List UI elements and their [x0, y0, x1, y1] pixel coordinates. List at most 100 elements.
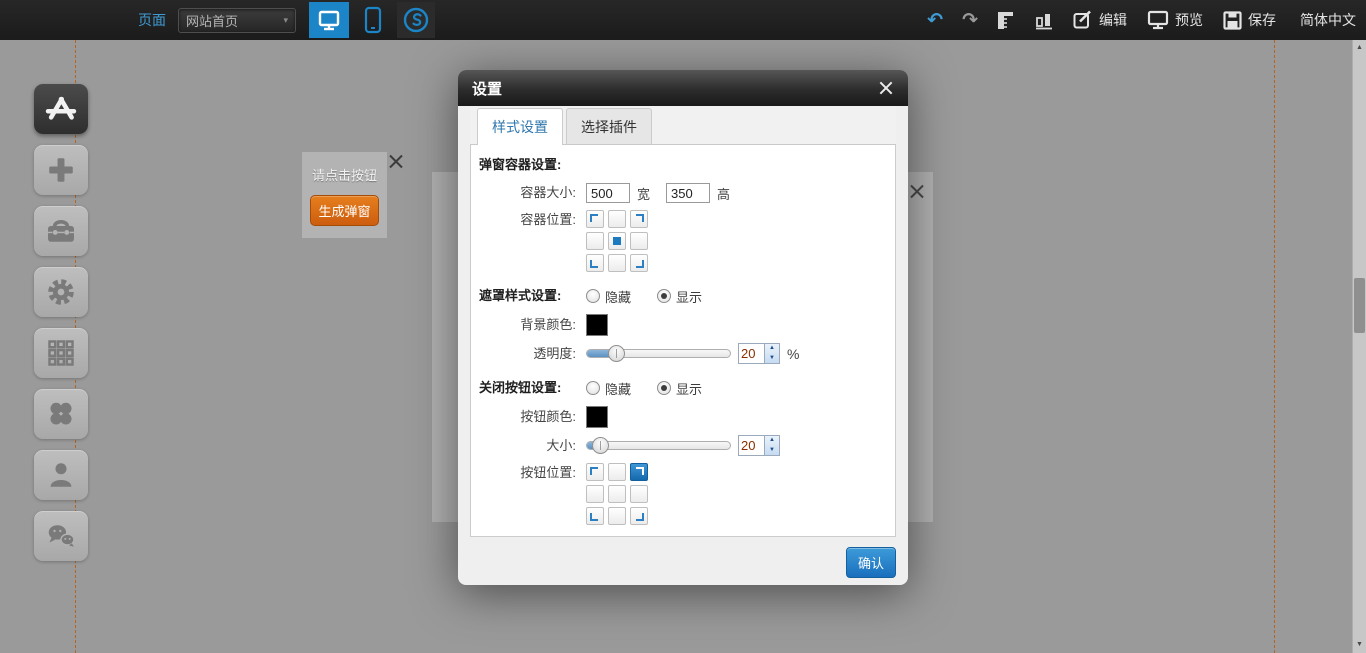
btnpos-cell-bottom-left[interactable]: [586, 507, 604, 525]
tab-style-settings[interactable]: 样式设置: [477, 108, 563, 145]
width-unit-label: 宽: [637, 184, 650, 203]
mask-show-label: 显示: [676, 287, 702, 306]
spinner-down-icon[interactable]: ▼: [765, 446, 779, 456]
position-cell-top-right[interactable]: [630, 210, 648, 228]
wechat-icon: [41, 518, 81, 554]
btnpos-cell-middle-right[interactable]: [630, 485, 648, 503]
widget-sidebar: [34, 84, 88, 561]
sidebar-item-plugins[interactable]: [34, 389, 88, 439]
button-size-slider[interactable]: [586, 441, 731, 450]
closebtn-show-radio[interactable]: [657, 381, 671, 395]
sidebar-item-add[interactable]: [34, 145, 88, 195]
top-toolbar: 页面 网站首页 ▾ ↶ ↷: [0, 0, 1366, 40]
undo-icon: ↶: [927, 11, 943, 30]
preview-button[interactable]: 预览: [1147, 10, 1203, 30]
sidebar-item-settings[interactable]: [34, 267, 88, 317]
ruler-button[interactable]: [997, 10, 1016, 30]
position-cell-middle-left[interactable]: [586, 232, 604, 250]
ruler-icon: [997, 10, 1016, 30]
redo-button[interactable]: ↷: [962, 11, 978, 30]
btnpos-cell-top-center[interactable]: [608, 463, 626, 481]
opacity-spinner[interactable]: ▲ ▼: [764, 344, 779, 363]
stats-button[interactable]: [1035, 10, 1053, 30]
bar-chart-icon: [1035, 10, 1053, 30]
sidebar-item-modules[interactable]: [34, 328, 88, 378]
tab-choose-plugin[interactable]: 选择插件: [566, 108, 652, 144]
gear-icon: [42, 273, 80, 311]
dialog-footer: 确认: [458, 539, 908, 585]
position-cell-bottom-right[interactable]: [630, 254, 648, 272]
mask-hide-label: 隐藏: [605, 287, 631, 306]
closebtn-hide-radio[interactable]: [586, 381, 600, 395]
spinner-down-icon[interactable]: ▼: [765, 354, 779, 364]
mask-hide-radio[interactable]: [586, 289, 600, 303]
spinner-up-icon[interactable]: ▲: [765, 344, 779, 354]
opacity-value-input[interactable]: [739, 344, 764, 363]
btnpos-cell-top-left[interactable]: [586, 463, 604, 481]
container-position-grid: [586, 210, 648, 272]
chevron-down-icon: ▾: [283, 15, 288, 26]
sidebar-item-member[interactable]: [34, 450, 88, 500]
position-cell-center-selected[interactable]: [608, 232, 626, 250]
btnpos-cell-middle-left[interactable]: [586, 485, 604, 503]
btnpos-cell-bottom-right[interactable]: [630, 507, 648, 525]
settings-dialog: 设置 样式设置 选择插件 弹窗容器设置: 容器大小: 宽 高 容器位置:: [458, 70, 908, 585]
page-scrollbar[interactable]: ▲ ▼: [1352, 40, 1366, 653]
closebtn-show-label: 显示: [676, 379, 702, 398]
spinner-up-icon[interactable]: ▲: [765, 436, 779, 446]
desktop-view-button[interactable]: [309, 2, 349, 38]
delete-widget-icon[interactable]: [389, 154, 403, 168]
position-cell-top-center[interactable]: [608, 210, 626, 228]
close-widget-icon[interactable]: [910, 184, 924, 198]
right-guide-line: [1274, 40, 1275, 653]
app-logo-icon: [41, 90, 81, 128]
page-select-dropdown[interactable]: 网站首页 ▾: [178, 8, 296, 33]
page-label: 页面: [138, 10, 166, 30]
redo-icon: ↷: [962, 11, 978, 30]
clover-icon: [43, 396, 79, 432]
sidebar-item-toolbox[interactable]: [34, 206, 88, 256]
position-cell-middle-right[interactable]: [630, 232, 648, 250]
dialog-close-icon[interactable]: [878, 80, 894, 96]
button-size-value-input[interactable]: [739, 436, 764, 455]
button-color-swatch[interactable]: [586, 406, 608, 428]
add-icon: [43, 152, 79, 188]
position-cell-top-left[interactable]: [586, 210, 604, 228]
dialog-title: 设置: [472, 78, 878, 99]
center-dot-icon: [613, 237, 621, 245]
link-mode-button[interactable]: [397, 2, 435, 38]
language-switcher[interactable]: 简体中文: [1300, 10, 1356, 30]
mask-show-radio[interactable]: [657, 289, 671, 303]
position-cell-bottom-center[interactable]: [608, 254, 626, 272]
popup-trigger-widget[interactable]: 请点击按钮 生成弹窗: [302, 152, 387, 238]
container-width-input[interactable]: [586, 183, 630, 203]
close-section-title: 关闭按钮设置:: [479, 378, 576, 398]
opacity-slider[interactable]: [586, 349, 731, 358]
dialog-header[interactable]: 设置: [458, 70, 908, 106]
edit-button[interactable]: 编辑: [1073, 10, 1127, 30]
corner-bottom-left-icon: [590, 513, 598, 521]
scroll-down-icon[interactable]: ▼: [1353, 638, 1366, 652]
opacity-slider-handle[interactable]: [608, 345, 625, 362]
scrollbar-thumb[interactable]: [1354, 278, 1365, 333]
save-button[interactable]: 保存: [1223, 10, 1276, 30]
button-size-number-box: ▲ ▼: [738, 435, 780, 456]
bg-color-swatch[interactable]: [586, 314, 608, 336]
undo-button[interactable]: ↶: [927, 11, 943, 30]
button-size-slider-handle[interactable]: [592, 437, 609, 454]
button-size-spinner[interactable]: ▲ ▼: [764, 436, 779, 455]
generate-popup-button[interactable]: 生成弹窗: [310, 195, 378, 226]
edit-label: 编辑: [1099, 10, 1127, 30]
page-select-value: 网站首页: [186, 11, 238, 30]
btnpos-cell-center[interactable]: [608, 485, 626, 503]
sidebar-item-app-market[interactable]: [34, 84, 88, 134]
mobile-view-button[interactable]: [358, 2, 388, 38]
btnpos-cell-bottom-center[interactable]: [608, 507, 626, 525]
grid-icon: [42, 335, 80, 371]
btnpos-cell-top-right-selected[interactable]: [630, 463, 648, 481]
confirm-button[interactable]: 确认: [846, 547, 896, 578]
container-height-input[interactable]: [666, 183, 710, 203]
sidebar-item-wechat[interactable]: [34, 511, 88, 561]
position-cell-bottom-left[interactable]: [586, 254, 604, 272]
scroll-up-icon[interactable]: ▲: [1353, 41, 1366, 55]
